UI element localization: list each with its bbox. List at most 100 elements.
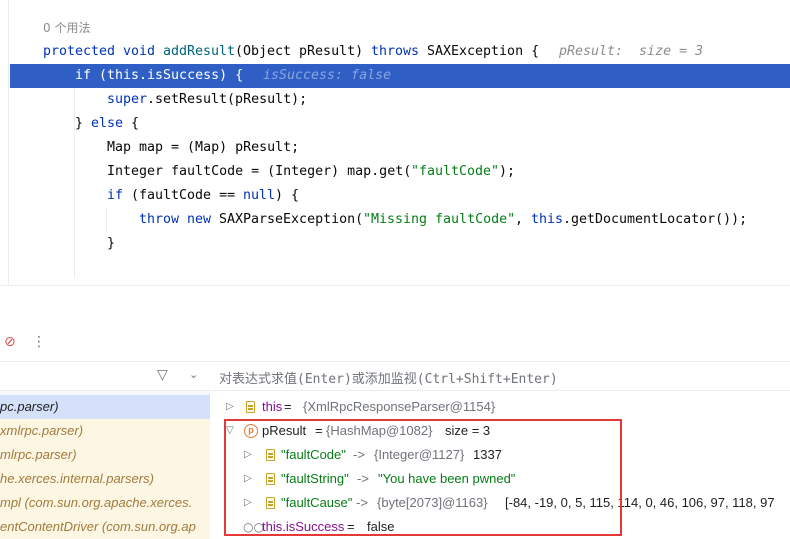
mute-breakpoints-icon[interactable]: ⊘: [4, 334, 16, 350]
code-line[interactable]: if (faultCode == null ) {: [0, 184, 790, 208]
keyword: throw: [139, 212, 180, 227]
map-arrow: ->: [356, 495, 368, 510]
code-line[interactable]: throw new SAXParseException( "Missing fa…: [0, 208, 790, 232]
map-key: "faultCause": [281, 495, 353, 510]
keyword: if: [75, 68, 92, 83]
map-value: 1337: [473, 447, 502, 462]
frame-label: xmlrpc.parser): [0, 423, 84, 438]
frame-label: pc.parser): [0, 399, 59, 414]
watch-glasses-icon: ○○: [243, 520, 264, 534]
code-text: Integer faultCode = (Integer) map.get(: [107, 164, 412, 179]
keyword: new: [187, 212, 212, 227]
stack-frame[interactable]: mpl (com.sun.org.apache.xerces.: [0, 491, 210, 515]
code-text: (faultCode ==: [123, 188, 244, 203]
inline-debug-hint: isSuccess: false: [263, 68, 392, 83]
field-icon: [266, 497, 275, 509]
filter-icon[interactable]: ▽: [157, 367, 168, 383]
keyword: void: [123, 44, 156, 59]
eval-placeholder: 对表达式求值(Enter)或添加监视(Ctrl+Shift+Enter): [219, 372, 558, 387]
variable-value: {XmlRpcResponseParser@1154}: [303, 399, 496, 414]
code-line[interactable]: } else {: [0, 112, 790, 136]
value-type: {Integer@1127}: [374, 447, 465, 462]
parameter-icon: p: [244, 424, 258, 438]
method-params: (Object pResult): [235, 44, 372, 59]
code-editor[interactable]: 0 个用法 protected void addResult (Object p…: [0, 0, 790, 285]
chevron-right-icon[interactable]: ▷: [244, 491, 252, 515]
debug-toolbar: ⊘ ⋮: [0, 332, 790, 358]
frame-label: mlrpc.parser): [0, 447, 77, 462]
keyword: protected: [43, 44, 116, 59]
string-literal: "Missing faultCode": [363, 212, 516, 227]
map-arrow: ->: [357, 471, 369, 486]
stack-frame[interactable]: pc.parser): [0, 395, 210, 419]
code-line[interactable]: super .setResult(pResult);: [0, 88, 790, 112]
code-text: }: [107, 236, 116, 251]
usage-hint[interactable]: 0 个用法: [43, 19, 90, 36]
equals-sign: =: [315, 423, 323, 438]
frames-panel: ▽ ⌄ pc.parser) xmlrpc.parser) mlrpc.pars…: [0, 362, 210, 539]
code-line-method-signature[interactable]: protected void addResult (Object pResult…: [0, 40, 790, 64]
equals-sign: =: [284, 399, 292, 414]
variables-panel: 对表达式求值(Enter)或添加监视(Ctrl+Shift+Enter) ▷ t…: [211, 362, 790, 539]
chevron-right-icon[interactable]: ▷: [244, 443, 252, 467]
variable-row-presult[interactable]: ▽ p pResult = {HashMap@1082} size = 3: [211, 419, 790, 443]
stack-frame[interactable]: he.xerces.internal.parsers): [0, 467, 210, 491]
stack-frame[interactable]: entContentDriver (com.sun.org.ap: [0, 515, 210, 539]
string-literal: "faultCode": [411, 164, 500, 179]
code-line[interactable]: Integer faultCode = (Integer) map.get( "…: [0, 160, 790, 184]
code-text: );: [499, 164, 516, 179]
code-text: (this.isSuccess) {: [91, 68, 244, 83]
method-name: addResult: [163, 44, 236, 59]
code-text: Map map = (Map) pResult;: [107, 140, 300, 155]
map-entry-row[interactable]: ▷ "faultCause" -> {byte[2073]@1163} [-84…: [211, 491, 790, 515]
field-icon: [266, 449, 275, 461]
stack-frame[interactable]: mlrpc.parser): [0, 443, 210, 467]
editor-divider: [0, 285, 790, 286]
code-text: {: [123, 116, 140, 131]
chevron-right-icon[interactable]: ▷: [244, 467, 252, 491]
keyword: throws: [371, 44, 420, 59]
code-line[interactable]: Map map = (Map) pResult;: [0, 136, 790, 160]
variable-name: this: [262, 399, 283, 414]
field-icon: [246, 401, 255, 413]
chevron-down-icon[interactable]: ▽: [226, 419, 234, 443]
watch-expression: this.isSuccess: [262, 519, 345, 534]
code-text: }: [75, 116, 92, 131]
value-type: {byte[2073]@1163}: [377, 495, 488, 510]
chevron-down-icon[interactable]: ⌄: [189, 368, 198, 381]
evaluate-expression-field[interactable]: 对表达式求值(Enter)或添加监视(Ctrl+Shift+Enter): [211, 362, 790, 391]
code-text: .getDocumentLocator());: [563, 212, 748, 227]
map-key: "faultCode": [281, 447, 346, 462]
field-icon: [266, 473, 275, 485]
more-icon[interactable]: ⋮: [32, 334, 46, 350]
chevron-right-icon[interactable]: ▷: [226, 395, 234, 419]
code-text: .setResult(pResult);: [147, 92, 308, 107]
keyword: else: [91, 116, 124, 131]
code-text: ,: [515, 212, 532, 227]
keyword: null: [243, 188, 276, 203]
map-key: "faultString": [281, 471, 349, 486]
frame-label: mpl (com.sun.org.apache.xerces.: [0, 495, 193, 510]
variable-row-this[interactable]: ▷ this = {XmlRpcResponseParser@1154}: [211, 395, 790, 419]
code-line[interactable]: }: [0, 232, 790, 256]
variable-value: {HashMap@1082}: [326, 423, 433, 438]
keyword: super: [107, 92, 148, 107]
collection-size: size = 3: [445, 423, 491, 438]
stack-frame[interactable]: xmlrpc.parser): [0, 419, 210, 443]
frame-label: entContentDriver (com.sun.org.ap: [0, 519, 196, 534]
code-text: ) {: [275, 188, 300, 203]
keyword: if: [107, 188, 124, 203]
map-entry-row[interactable]: ▷ "faultCode" -> {Integer@1127} 1337: [211, 443, 790, 467]
equals-sign: =: [347, 519, 355, 534]
map-arrow: ->: [353, 447, 365, 462]
watch-row[interactable]: ○○ this.isSuccess = false: [211, 515, 790, 539]
map-entry-row[interactable]: ▷ "faultString" -> "You have been pwned": [211, 467, 790, 491]
map-value: "You have been pwned": [378, 471, 516, 486]
frames-header: ▽ ⌄: [0, 362, 210, 391]
map-value: [-84, -19, 0, 5, 115, 114, 0, 46, 106, 9…: [505, 495, 775, 510]
code-text: SAXParseException(: [211, 212, 364, 227]
exception-type: SAXException {: [419, 44, 540, 59]
watch-value: false: [367, 519, 395, 534]
variable-name: pResult: [262, 423, 307, 438]
code-line-current-execution[interactable]: if (this.isSuccess) { isSuccess: false: [10, 64, 790, 88]
